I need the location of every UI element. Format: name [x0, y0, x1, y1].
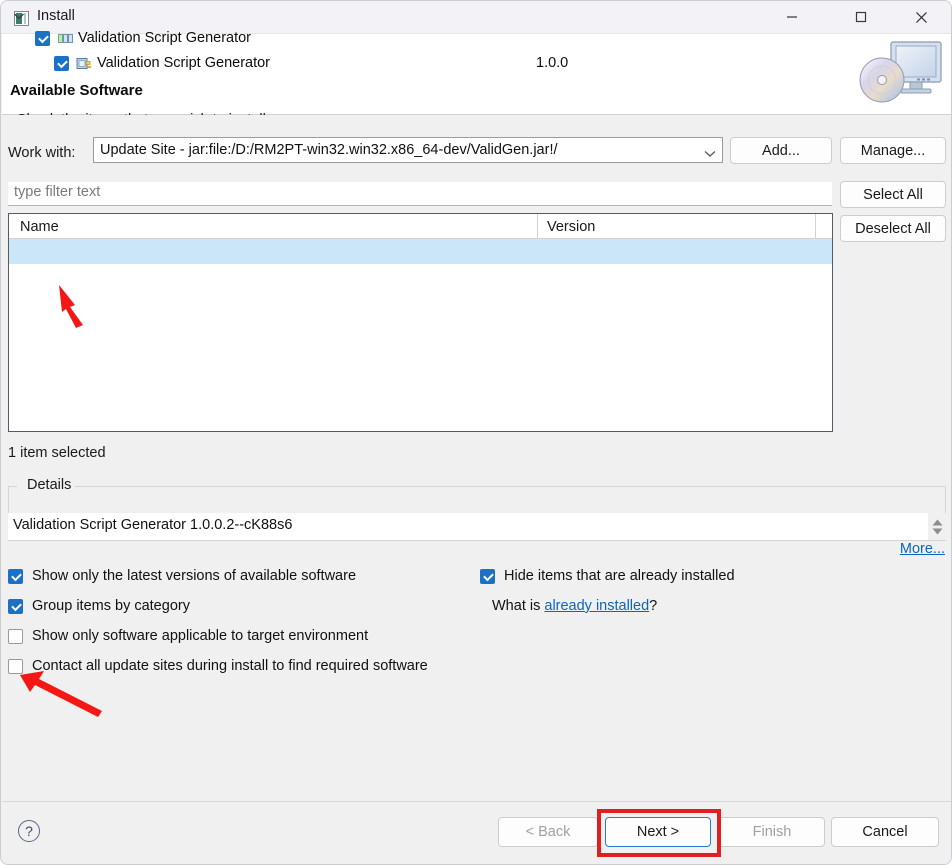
option-label: Show only software applicable to target … [32, 628, 369, 644]
filter-input[interactable]: type filter text [8, 182, 832, 206]
feature-checkbox[interactable] [54, 56, 69, 71]
details-text-area[interactable]: Validation Script Generator 1.0.0.2--cK8… [8, 513, 928, 540]
checkbox[interactable] [8, 658, 23, 674]
selection-info: 1 item selected [8, 445, 106, 461]
checkbox[interactable] [8, 598, 23, 614]
manage-button[interactable]: Manage... [840, 137, 946, 164]
table-row[interactable] [9, 239, 832, 264]
option-contact-all-update-sites[interactable]: Contact all update sites during install … [8, 658, 428, 674]
install-dialog-window: Install Available Software Check the ite… [0, 0, 952, 865]
work-with-combo[interactable]: Update Site - jar:file:/D:/RM2PT-win32.w… [93, 137, 723, 163]
checkbox[interactable] [480, 568, 495, 584]
already-installed-link[interactable]: already installed [544, 598, 649, 614]
deselect-all-button[interactable]: Deselect All [840, 215, 946, 242]
cancel-button[interactable]: Cancel [831, 817, 939, 847]
chevron-down-icon [704, 146, 716, 162]
maximize-button[interactable] [838, 1, 883, 33]
details-text: Validation Script Generator 1.0.0.2--cK8… [13, 517, 293, 533]
maximize-icon [855, 11, 866, 23]
tree-row-version: 1.0.0 [536, 55, 569, 71]
option-label: Group items by category [32, 598, 190, 614]
details-legend: Details [23, 477, 76, 493]
column-header-extra[interactable] [815, 214, 832, 239]
option-applicable-to-target[interactable]: Show only software applicable to target … [8, 628, 368, 644]
work-with-value: Update Site - jar:file:/D:/RM2PT-win32.w… [100, 142, 558, 158]
page-title: Available Software [10, 82, 143, 99]
more-link[interactable]: More... [900, 541, 945, 557]
tree-row-name: Validation Script Generator [97, 55, 271, 71]
checkbox[interactable] [8, 568, 23, 584]
what-is-prefix: What is [492, 598, 545, 614]
select-all-button[interactable]: Select All [840, 181, 946, 208]
checkbox[interactable] [8, 628, 23, 644]
minimize-icon [786, 16, 797, 18]
back-button[interactable]: < Back [498, 817, 598, 847]
feature-icon [76, 56, 92, 71]
option-label: Hide items that are already installed [504, 568, 735, 584]
what-is-already-installed: What is already installed? [492, 598, 657, 614]
filter-placeholder: type filter text [14, 184, 101, 200]
spinner-updown-icon[interactable] [928, 513, 946, 540]
monitor-cd-banner-icon [855, 34, 951, 114]
option-hide-already-installed[interactable]: Hide items that are already installed [480, 568, 735, 584]
category-checkbox[interactable] [35, 31, 50, 46]
minimize-button[interactable] [769, 1, 814, 33]
option-show-latest-versions[interactable]: Show only the latest versions of availab… [8, 568, 356, 584]
table-row[interactable] [9, 264, 832, 289]
category-icon [58, 31, 74, 46]
add-button[interactable]: Add... [730, 137, 832, 164]
column-header-name[interactable]: Name [9, 214, 537, 239]
option-label: Contact all update sites during install … [32, 658, 428, 674]
available-software-tree[interactable]: Name Version [8, 213, 833, 432]
tree-row-name: Validation Script Generator [78, 30, 252, 46]
work-with-label: Work with: [8, 145, 76, 161]
close-button[interactable] [899, 1, 944, 33]
close-icon [916, 11, 927, 23]
expand-collapse-icon[interactable] [13, 8, 25, 24]
next-button[interactable]: Next > [605, 817, 711, 847]
finish-button[interactable]: Finish [719, 817, 825, 847]
tree-header: Name Version [9, 214, 832, 239]
help-button[interactable]: ? [18, 820, 40, 842]
option-group-by-category[interactable]: Group items by category [8, 598, 190, 614]
column-header-version[interactable]: Version [537, 214, 815, 239]
what-is-suffix: ? [649, 598, 658, 614]
wizard-header: Available Software Check the items that … [2, 34, 951, 128]
option-label: Show only the latest versions of availab… [32, 568, 357, 584]
window-title: Install [37, 8, 75, 24]
